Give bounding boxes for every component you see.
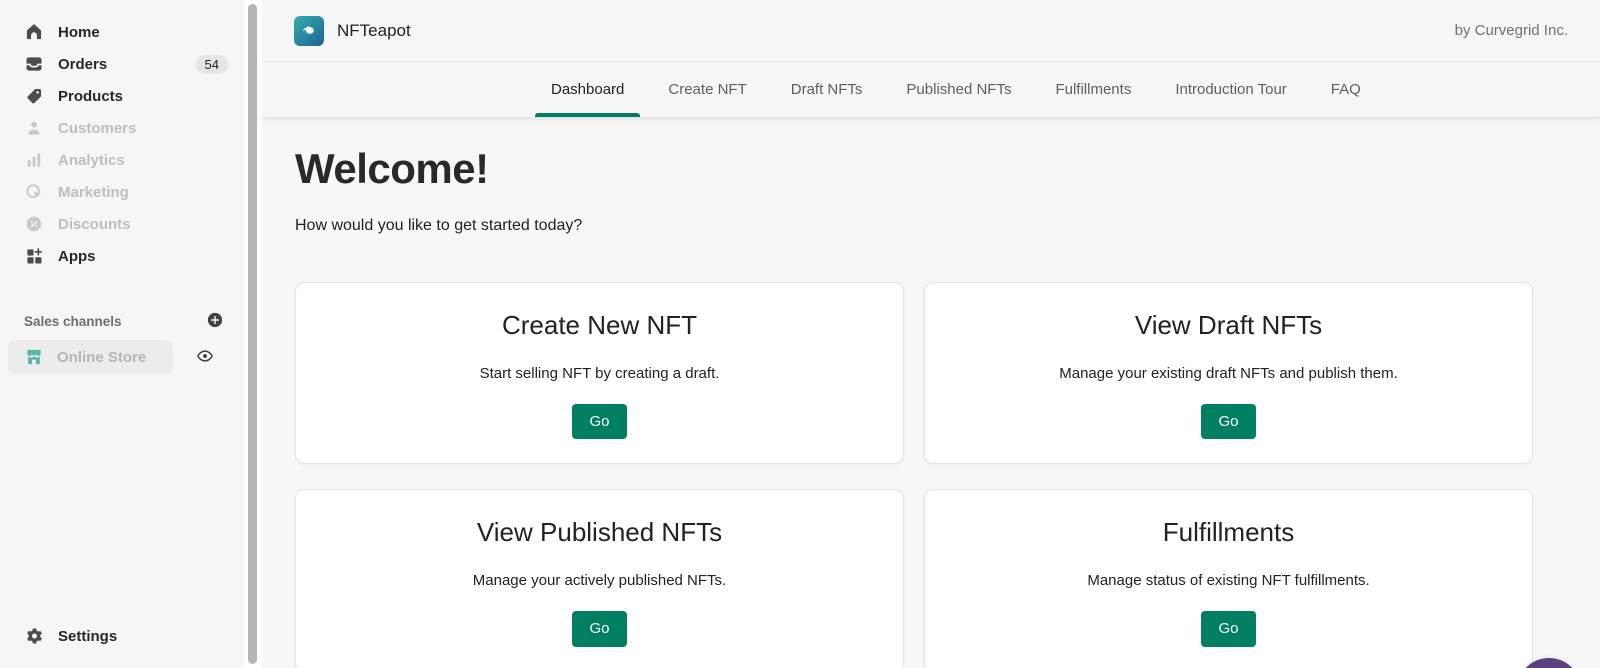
go-button-draft-nfts[interactable]: Go	[1201, 404, 1255, 439]
cards-grid: Create New NFT Start selling NFT by crea…	[295, 282, 1533, 668]
sidebar-scrollbar-thumb[interactable]	[248, 4, 257, 664]
sidebar-item-online-store[interactable]: Online Store	[8, 340, 173, 374]
sidebar-item-customers[interactable]: Customers	[0, 112, 244, 144]
go-button-fulfillments[interactable]: Go	[1201, 611, 1255, 646]
card-description: Manage your existing draft NFTs and publ…	[1059, 365, 1398, 382]
home-icon	[24, 22, 44, 42]
sidebar-item-settings[interactable]: Settings	[0, 620, 244, 652]
app-byline: by Curvegrid Inc.	[1455, 22, 1568, 39]
app-header: NFTeapot by Curvegrid Inc.	[262, 0, 1600, 62]
tab-label: Draft NFTs	[791, 81, 863, 98]
card-title: View Published NFTs	[477, 517, 722, 548]
dashboard-content: Welcome! How would you like to get start…	[262, 118, 1600, 668]
gear-icon	[24, 626, 44, 646]
apps-icon	[24, 246, 44, 266]
card-title: Fulfillments	[1163, 517, 1294, 548]
sidebar-scrollbar-track[interactable]	[244, 0, 262, 668]
card-title: View Draft NFTs	[1135, 310, 1322, 341]
card-view-draft-nfts: View Draft NFTs Manage your existing dra…	[924, 282, 1533, 464]
sidebar-item-analytics[interactable]: Analytics	[0, 144, 244, 176]
sidebar-item-discounts[interactable]: Discounts	[0, 208, 244, 240]
tab-label: Create NFT	[668, 81, 746, 98]
sidebar-item-orders[interactable]: Orders 54	[0, 48, 244, 80]
channel-row-online-store: Online Store	[8, 340, 232, 374]
sales-channels-header: Sales channels	[0, 308, 244, 334]
analytics-icon	[24, 150, 44, 170]
add-channel-button[interactable]	[206, 311, 226, 331]
discounts-icon	[24, 214, 44, 234]
sidebar-item-label: Analytics	[58, 152, 125, 169]
card-description: Start selling NFT by creating a draft.	[480, 365, 720, 382]
tab-label: Introduction Tour	[1175, 81, 1286, 98]
tab-create-nft[interactable]: Create NFT	[652, 62, 762, 117]
sales-channels-label: Sales channels	[24, 314, 122, 329]
card-description: Manage status of existing NFT fulfillmen…	[1087, 572, 1369, 589]
tab-label: FAQ	[1331, 81, 1361, 98]
sidebar-item-label: Customers	[58, 120, 136, 137]
sidebar-item-marketing[interactable]: Marketing	[0, 176, 244, 208]
card-create-new-nft: Create New NFT Start selling NFT by crea…	[295, 282, 904, 464]
go-button-published-nfts[interactable]: Go	[572, 611, 626, 646]
sidebar-item-apps[interactable]: Apps	[0, 240, 244, 272]
sidebar-item-label: Home	[58, 24, 100, 41]
tab-label: Fulfillments	[1055, 81, 1131, 98]
sidebar-item-label: Products	[58, 88, 123, 105]
go-button-create-nft[interactable]: Go	[572, 404, 626, 439]
sidebar-item-label: Orders	[58, 56, 107, 73]
orders-icon	[24, 54, 44, 74]
tab-fulfillments[interactable]: Fulfillments	[1039, 62, 1147, 117]
main-area: NFTeapot by Curvegrid Inc. Dashboard Cre…	[262, 0, 1600, 668]
sidebar-item-home[interactable]: Home	[0, 16, 244, 48]
sidebar-item-label: Discounts	[58, 216, 131, 233]
tab-faq[interactable]: FAQ	[1315, 62, 1377, 117]
tab-introduction-tour[interactable]: Introduction Tour	[1159, 62, 1302, 117]
sidebar-item-label: Settings	[58, 628, 117, 645]
store-icon	[24, 347, 44, 367]
sidebar-item-label: Apps	[58, 248, 96, 265]
orders-count-badge: 54	[196, 55, 228, 74]
card-title: Create New NFT	[502, 310, 697, 341]
page-title: Welcome!	[295, 145, 1533, 193]
sidebar-item-products[interactable]: Products	[0, 80, 244, 112]
tab-label: Dashboard	[551, 81, 624, 98]
nfteapot-logo	[294, 16, 324, 46]
tab-dashboard[interactable]: Dashboard	[535, 62, 640, 117]
card-fulfillments: Fulfillments Manage status of existing N…	[924, 489, 1533, 668]
card-view-published-nfts: View Published NFTs Manage your actively…	[295, 489, 904, 668]
tab-bar: Dashboard Create NFT Draft NFTs Publishe…	[262, 62, 1600, 118]
app-title: NFTeapot	[337, 21, 411, 41]
preview-eye-icon[interactable]	[196, 347, 216, 367]
tab-label: Published NFTs	[906, 81, 1011, 98]
tab-draft-nfts[interactable]: Draft NFTs	[775, 62, 879, 117]
sidebar: Home Orders 54 Products Customers Analyt…	[0, 0, 244, 668]
customers-icon	[24, 118, 44, 138]
products-icon	[24, 86, 44, 106]
page-subtitle: How would you like to get started today?	[295, 217, 1533, 235]
tab-published-nfts[interactable]: Published NFTs	[890, 62, 1027, 117]
marketing-icon	[24, 182, 44, 202]
sidebar-item-label: Marketing	[58, 184, 129, 201]
card-description: Manage your actively published NFTs.	[473, 572, 726, 589]
channel-label: Online Store	[57, 349, 146, 366]
